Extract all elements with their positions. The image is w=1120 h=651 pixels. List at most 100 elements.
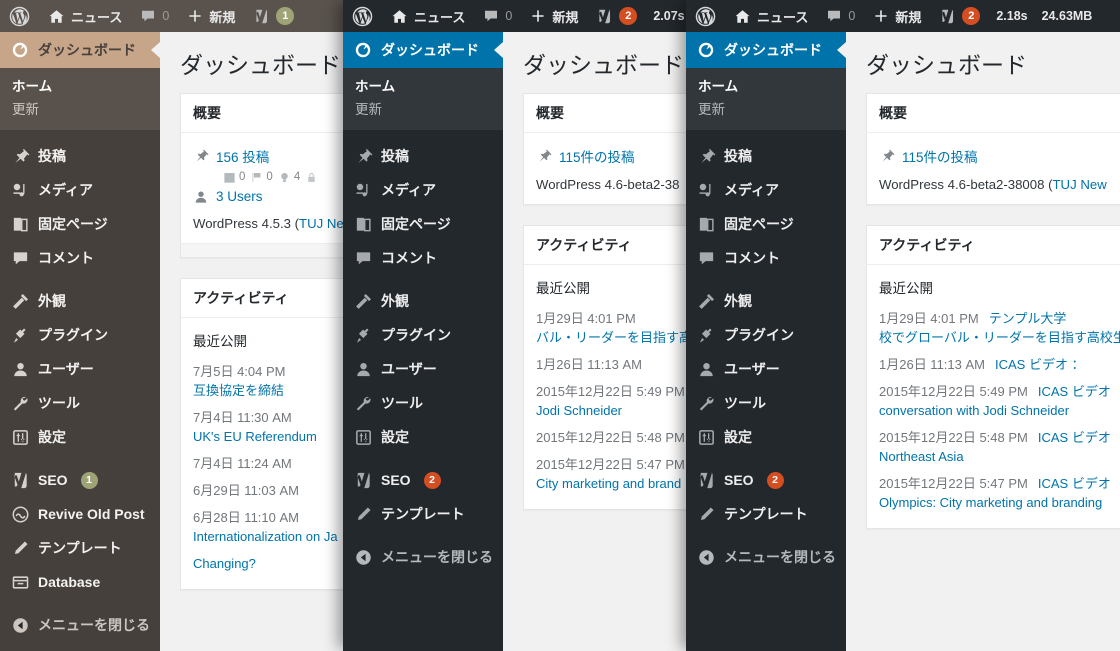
admin-bar-seo[interactable]: 2 [587,0,646,32]
posts-count-link[interactable]: 115件の投稿 [559,146,635,166]
page-load-timer: 2.18s [996,9,1028,23]
admin-bar[interactable]: ニュース 0 新規 2 2.18s 24.63MB [686,0,1120,32]
calendar-stat[interactable]: 0 [223,171,245,184]
sidebar-item-settings[interactable]: 設定 [0,420,160,454]
admin-bar-comments[interactable]: 0 [131,0,178,32]
posts-stat[interactable]: 156 投稿 [193,143,352,169]
sidebar-item-pin[interactable]: 投稿 [0,139,160,173]
sidebar-item-page[interactable]: 固定ページ [0,207,160,241]
sidebar-item-page[interactable]: 固定ページ [686,207,846,241]
activity-link[interactable]: ICAS ビデオ [1038,428,1111,447]
sidebar-item-plugin[interactable]: プラグイン [343,318,503,352]
users-stat[interactable]: 3 Users [193,186,352,208]
posts-count-link[interactable]: 156 投稿 [216,146,269,166]
sidebar-item-pencil[interactable]: テンプレート [343,497,503,531]
submenu-item[interactable]: 更新 [355,98,503,121]
bulb-stat[interactable]: 4 [278,171,300,184]
activity-link[interactable]: Internationalization on Ja [193,529,338,544]
activity-link[interactable]: City marketing and brand [536,476,681,491]
sidebar-item-collapse[interactable]: メニューを閉じる [343,540,503,574]
sidebar-item-tools[interactable]: ツール [343,386,503,420]
sidebar-item-tools[interactable]: ツール [0,386,160,420]
sidebar-item-dashboard[interactable]: ダッシュボード [0,32,160,68]
sidebar-item-database[interactable]: Database [0,565,160,599]
activity-link-cont[interactable]: 校でグローバル・リーダーを目指す高校生 [879,330,1120,345]
users-count-link[interactable]: 3 Users [216,189,263,204]
activity-link-cont[interactable]: conversation with Jodi Schneider [879,403,1069,418]
activity-link-cont[interactable]: Olympics: City marketing and branding [879,495,1102,510]
sidebar-item-media[interactable]: メディア [686,173,846,207]
sidebar-item-comment[interactable]: コメント [686,241,846,275]
sidebar-item-user[interactable]: ユーザー [686,352,846,386]
admin-bar-site-name[interactable]: ニュース [39,0,131,32]
admin-bar-comments[interactable]: 0 [474,0,521,32]
dashboard-submenu[interactable]: ホーム 更新 [343,68,503,130]
submenu-item[interactable]: ホーム [698,75,846,98]
sidebar-item-page[interactable]: 固定ページ [343,207,503,241]
posts-count-link[interactable]: 115件の投稿 [902,146,978,166]
dashboard-submenu[interactable]: ホーム 更新 [0,68,160,130]
sidebar-item-user[interactable]: ユーザー [0,352,160,386]
sidebar-item-tools[interactable]: ツール [686,386,846,420]
sidebar-item-media[interactable]: メディア [0,173,160,207]
admin-bar-seo[interactable]: 1 [244,0,303,32]
sidebar-item-collapse[interactable]: メニューを閉じる [686,540,846,574]
sidebar-item-pin[interactable]: 投稿 [343,139,503,173]
activity-link-cont[interactable]: Northeast Asia [879,449,964,464]
admin-bar-wp-logo[interactable] [686,0,725,32]
sidebar-item-settings[interactable]: 設定 [686,420,846,454]
activity-link[interactable]: ICAS ビデオ [1038,474,1111,493]
lock-stat[interactable] [305,171,318,184]
admin-bar-new[interactable]: 新規 [864,0,930,32]
admin-sidebar[interactable]: ダッシュボード ホーム 更新 投稿 メディア 固定ページ コメント 外観 プラグイン ユーザー ツー… [0,32,160,651]
submenu-item[interactable]: 更新 [698,98,846,121]
admin-sidebar[interactable]: ダッシュボード ホーム 更新 投稿 メディア 固定ページ コメント 外観 プラグイン ユーザー ツー… [686,32,846,651]
admin-bar-wp-logo[interactable] [343,0,382,32]
sidebar-item-label: ツール [38,395,80,411]
sidebar-item-pencil[interactable]: テンプレート [686,497,846,531]
admin-bar-new[interactable]: 新規 [178,0,244,32]
wp-site-link[interactable]: TUJ New [1053,177,1107,192]
sidebar-item-pencil[interactable]: テンプレート [0,531,160,565]
sidebar-item-collapse[interactable]: メニューを閉じる [0,608,160,642]
sidebar-item-plugin[interactable]: プラグイン [686,318,846,352]
submenu-item[interactable]: ホーム [355,75,503,98]
activity-link[interactable]: Changing? [193,556,256,571]
wordpress-admin-window-front[interactable]: ニュース 0 新規 2 2.18s 24.63MB ダッシュボード ホーム 更新 投稿 メディア固… [686,0,1120,651]
sidebar-item-appearance[interactable]: 外観 [343,284,503,318]
flag-stat[interactable]: 0 [250,171,273,184]
admin-sidebar[interactable]: ダッシュボード ホーム 更新 投稿 メディア 固定ページ コメント 外観 プラグイン ユーザー ツー… [343,32,503,651]
admin-bar-new[interactable]: 新規 [521,0,587,32]
sidebar-item-yoast[interactable]: SEO 2 [686,463,846,497]
sidebar-item-comment[interactable]: コメント [343,241,503,275]
activity-link[interactable]: 互換協定を締結 [193,383,284,398]
sidebar-item-media[interactable]: メディア [343,173,503,207]
activity-link[interactable]: UK's EU Referendum [193,429,317,444]
sidebar-item-dashboard[interactable]: ダッシュボード [343,32,503,68]
sidebar-item-revive[interactable]: Revive Old Post [0,497,160,531]
activity-link[interactable]: Jodi Schneider [536,403,622,418]
submenu-item[interactable]: 更新 [12,98,160,121]
sidebar-item-pin[interactable]: 投稿 [686,139,846,173]
sidebar-item-yoast[interactable]: SEO 1 [0,463,160,497]
sidebar-item-yoast[interactable]: SEO 2 [343,463,503,497]
activity-link[interactable]: ICAS ビデオ [1038,382,1111,401]
posts-stat[interactable]: 115件の投稿 [879,143,1120,169]
admin-bar-wp-logo[interactable] [0,0,39,32]
sidebar-item-plugin[interactable]: プラグイン [0,318,160,352]
dashboard-submenu[interactable]: ホーム 更新 [686,68,846,130]
sidebar-item-dashboard[interactable]: ダッシュボード [686,32,846,68]
activity-link[interactable]: ICAS ビデオ ： [995,355,1085,374]
admin-bar-site-name[interactable]: ニュース [382,0,474,32]
sidebar-item-settings[interactable]: 設定 [343,420,503,454]
sidebar-item-comment[interactable]: コメント [0,241,160,275]
sidebar-item-user[interactable]: ユーザー [343,352,503,386]
activity-link[interactable]: テンプル大学 [989,309,1067,328]
sidebar-item-appearance[interactable]: 外観 [686,284,846,318]
admin-bar-comments[interactable]: 0 [817,0,864,32]
admin-bar-seo[interactable]: 2 [930,0,989,32]
submenu-item[interactable]: ホーム [12,75,160,98]
sidebar-item-appearance[interactable]: 外観 [0,284,160,318]
activity-link[interactable]: バル・リーダーを目指す高 [536,330,692,345]
admin-bar-site-name[interactable]: ニュース [725,0,817,32]
